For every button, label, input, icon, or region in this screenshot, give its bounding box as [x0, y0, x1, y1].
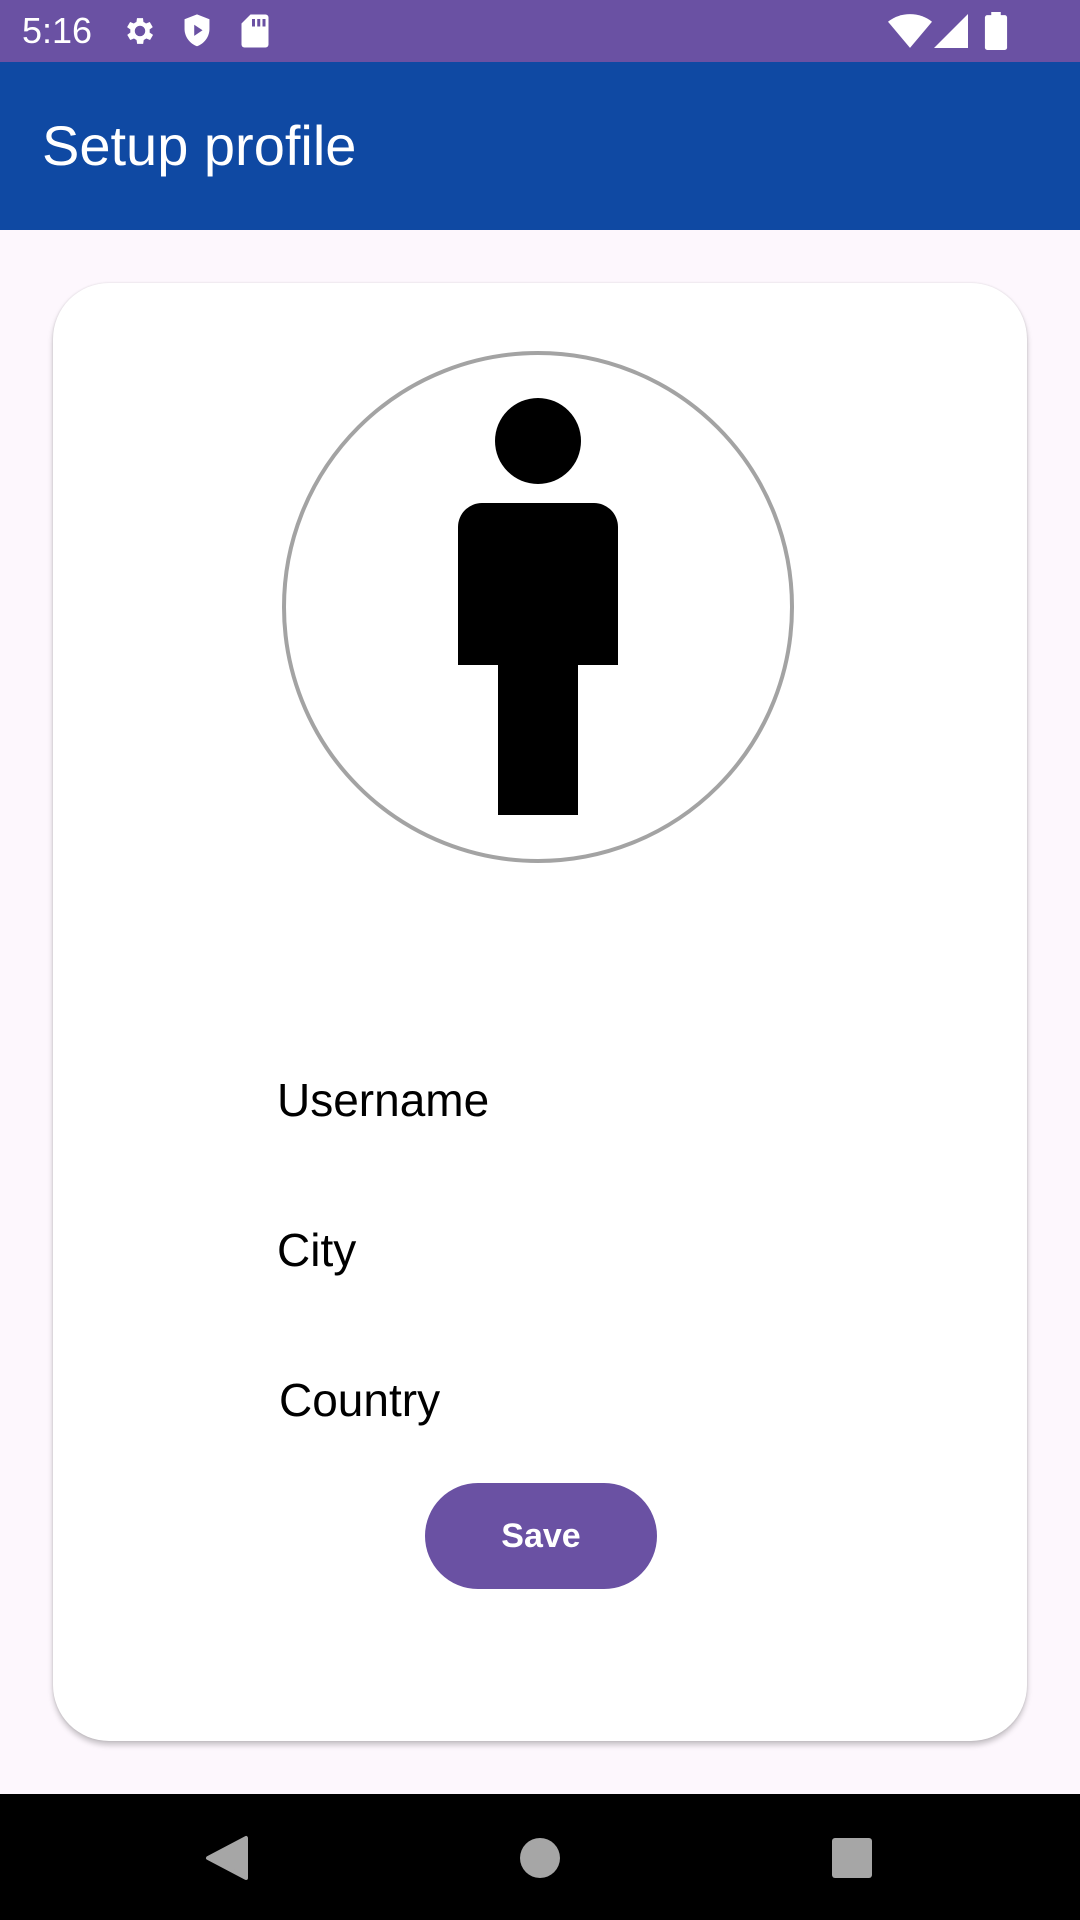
city-input[interactable]	[273, 1195, 833, 1305]
cell-signal-icon	[934, 14, 968, 53]
sd-card-icon	[240, 13, 270, 54]
content-area: Save	[0, 230, 1080, 1794]
page-title: Setup profile	[42, 114, 357, 177]
battery-icon	[984, 12, 1008, 55]
back-icon[interactable]	[198, 1830, 254, 1886]
app-bar: Setup profile	[0, 62, 1080, 230]
save-button[interactable]: Save	[425, 1483, 657, 1589]
profile-avatar[interactable]	[282, 351, 794, 863]
navigation-bar	[0, 1794, 1080, 1920]
country-input[interactable]	[275, 1345, 835, 1455]
status-bar: 5:16	[0, 0, 1080, 62]
wifi-icon	[888, 14, 932, 53]
recents-icon[interactable]	[822, 1830, 878, 1886]
home-icon[interactable]	[512, 1830, 568, 1886]
gear-icon	[122, 13, 158, 54]
person-icon	[458, 398, 618, 815]
status-time: 5:16	[22, 10, 93, 51]
username-input[interactable]	[273, 1045, 833, 1155]
profile-card: Save	[53, 283, 1027, 1741]
shield-play-icon	[180, 13, 214, 54]
